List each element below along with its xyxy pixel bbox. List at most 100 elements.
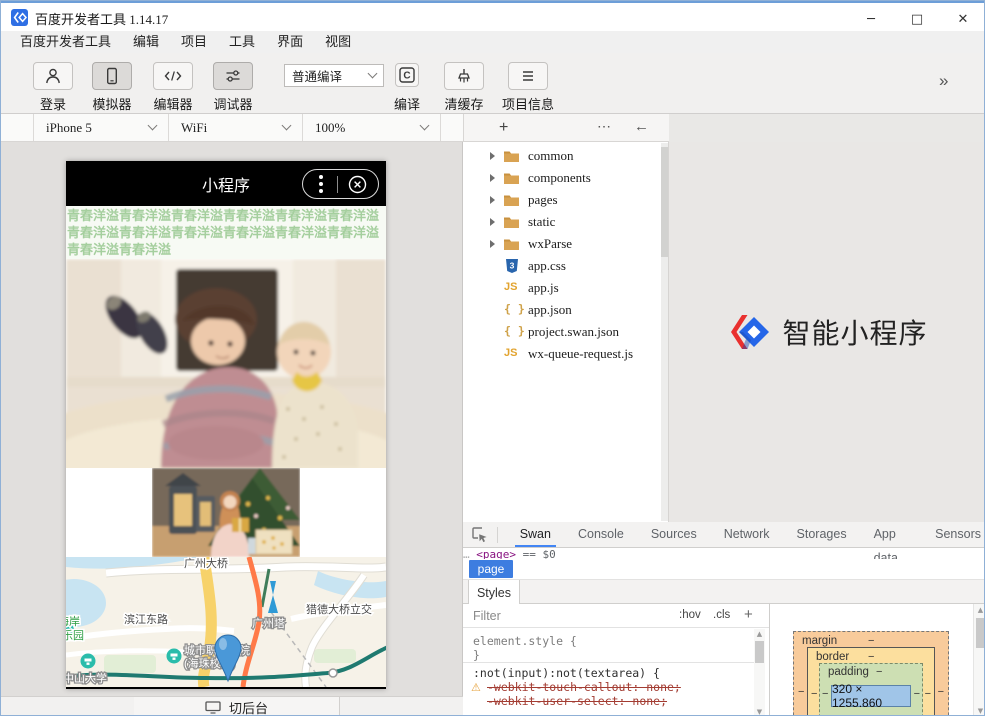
menu-tools[interactable]: 工具 [218,31,266,53]
tree-folder-static[interactable]: static [463,211,661,233]
scrollbar-thumb[interactable] [755,641,764,663]
menu-interface[interactable]: 界面 [266,31,314,53]
scroll-up-icon[interactable]: ▲ [975,606,985,614]
breadcrumb-page-chip[interactable]: page [469,560,513,578]
chevron-right-icon[interactable] [490,218,495,226]
element-style-rule-open[interactable]: element.style { [473,634,577,648]
tab-storages[interactable]: Storages [792,522,852,547]
tree-folder-wxparse[interactable]: wxParse [463,233,661,255]
chevron-right-icon[interactable] [490,196,495,204]
tab-swan[interactable]: Swan [515,522,556,547]
network-value: WiFi [181,120,207,136]
tree-file-app-json[interactable]: { } app.json [463,299,661,321]
device-select[interactable]: iPhone 5 [34,114,169,141]
chevron-right-icon[interactable] [490,152,495,160]
close-circle-icon[interactable] [348,175,367,194]
tree-folder-common[interactable]: common [463,145,661,167]
css-prop-touch-callout[interactable]: -webkit-touch-callout: none; [487,680,681,694]
close-button[interactable]: ✕ [940,5,985,33]
menu-app[interactable]: 百度开发者工具 [9,31,122,53]
tab-network[interactable]: Network [719,522,775,547]
login-button[interactable] [33,62,73,90]
inspect-icon [471,526,488,543]
map-view[interactable]: 广州大桥 猎德大桥立交 广州塔 滨江东路 城市职业学院 (海珠校区) 中山大学 … [66,557,386,687]
css-prop-user-select[interactable]: -webkit-user-select: none; [487,694,667,708]
css-selector-rule[interactable]: :not(input):not(textarea) { [473,666,660,680]
device-bar-corner [1,114,34,141]
box-model-content[interactable]: 320 × 1255.860 [831,685,911,707]
compile-button[interactable]: C [395,63,419,87]
map-label-park-2: 乐园 [66,629,84,642]
compile-mode-select[interactable]: 普通编译 [284,64,384,87]
simulator-button[interactable] [92,62,132,90]
tree-file-app-css[interactable]: 3 app.css [463,255,661,277]
scrollbar-thumb[interactable] [661,147,668,257]
dom-tag[interactable]: <page> [476,548,516,559]
menu-project[interactable]: 项目 [170,31,218,53]
editor-button[interactable] [153,62,193,90]
padding-top-value[interactable]: − [876,666,882,678]
padding-left-value[interactable]: − [822,688,828,700]
tree-file-app-js[interactable]: JS app.js [463,277,661,299]
warning-icon: ⚠ [471,681,481,694]
toolbar: 登录 模拟器 编辑器 调试器 普通编译 [1,53,984,114]
styles-filter-input[interactable] [473,607,623,625]
file-tree-scrollbar[interactable] [661,143,668,521]
scrollbar-thumb[interactable] [976,618,985,648]
styles-scrollbar[interactable]: ▲ ▼ [754,629,765,716]
zoom-select[interactable]: 100% [303,114,441,141]
scroll-down-icon[interactable]: ▼ [754,708,765,716]
dom-tree-line[interactable]: … <page> == $0 [463,548,985,559]
project-info-button[interactable] [508,62,548,90]
tree-file-project-swan-json[interactable]: { } project.swan.json [463,321,661,343]
chevron-right-icon[interactable] [490,240,495,248]
tree-file-wx-queue-request-js[interactable]: JS wx-queue-request.js [463,343,661,365]
debugger-button[interactable] [213,62,253,90]
menu-edit[interactable]: 编辑 [122,31,170,53]
rule-divider [463,662,755,663]
border-top-value[interactable]: − [868,651,874,663]
box-model-padding[interactable]: padding − − − 320 × 1255.860 [819,663,923,716]
toggle-class[interactable]: .cls [713,609,730,621]
toggle-hover-state[interactable]: :hov [679,609,701,621]
tab-console[interactable]: Console [573,522,629,547]
more-menu-button[interactable] [319,173,323,195]
tab-app-data[interactable]: App data [869,522,914,547]
collapse-panel-button[interactable]: ← [634,118,649,135]
switch-background-button[interactable]: 切后台 [134,697,339,716]
clear-cache-button[interactable] [444,62,484,90]
inspect-element-button[interactable] [463,522,497,547]
box-model-scrollbar[interactable]: ▲ ▼ [973,604,985,716]
add-file-button[interactable]: + [499,119,508,137]
title-bar: 百度开发者工具 1.14.17 ─ □ ✕ [1,3,984,31]
new-style-rule-button[interactable]: + [744,606,753,623]
box-model-margin[interactable]: margin − − − border − − − padding − − − … [793,631,949,716]
maximize-button[interactable]: □ [894,5,940,33]
scroll-up-icon[interactable]: ▲ [754,630,765,638]
capsule-divider [337,176,338,193]
tab-sources[interactable]: Sources [646,522,702,547]
chevron-right-icon[interactable] [490,174,495,182]
compile-icon: C [397,65,417,85]
scroll-down-icon[interactable]: ▼ [975,707,985,715]
tab-sensors[interactable]: Sensors [930,522,985,547]
menu-view[interactable]: 视图 [314,31,362,53]
styles-tab-bar: Styles [463,579,985,604]
js-file-icon: JS [504,347,517,359]
minimize-button[interactable]: ─ [848,5,894,33]
border-right-value[interactable]: − [925,688,931,700]
margin-right-value[interactable]: − [938,686,944,698]
toolbar-overflow-button[interactable]: » [939,71,948,91]
network-select[interactable]: WiFi [169,114,303,141]
debugger-label: 调试器 [188,94,278,113]
tree-folder-pages[interactable]: pages [463,189,661,211]
border-left-value[interactable]: − [811,688,817,700]
padding-right-value[interactable]: − [914,688,920,700]
margin-top-value[interactable]: − [868,635,874,647]
box-model-border[interactable]: border − − − padding − − − 320 × 1255.86… [807,647,935,716]
tree-folder-components[interactable]: components [463,167,661,189]
tab-styles[interactable]: Styles [468,580,520,605]
poi-icon-left [81,654,96,669]
tree-more-button[interactable]: ⋯ [597,118,612,135]
margin-left-value[interactable]: − [798,686,804,698]
